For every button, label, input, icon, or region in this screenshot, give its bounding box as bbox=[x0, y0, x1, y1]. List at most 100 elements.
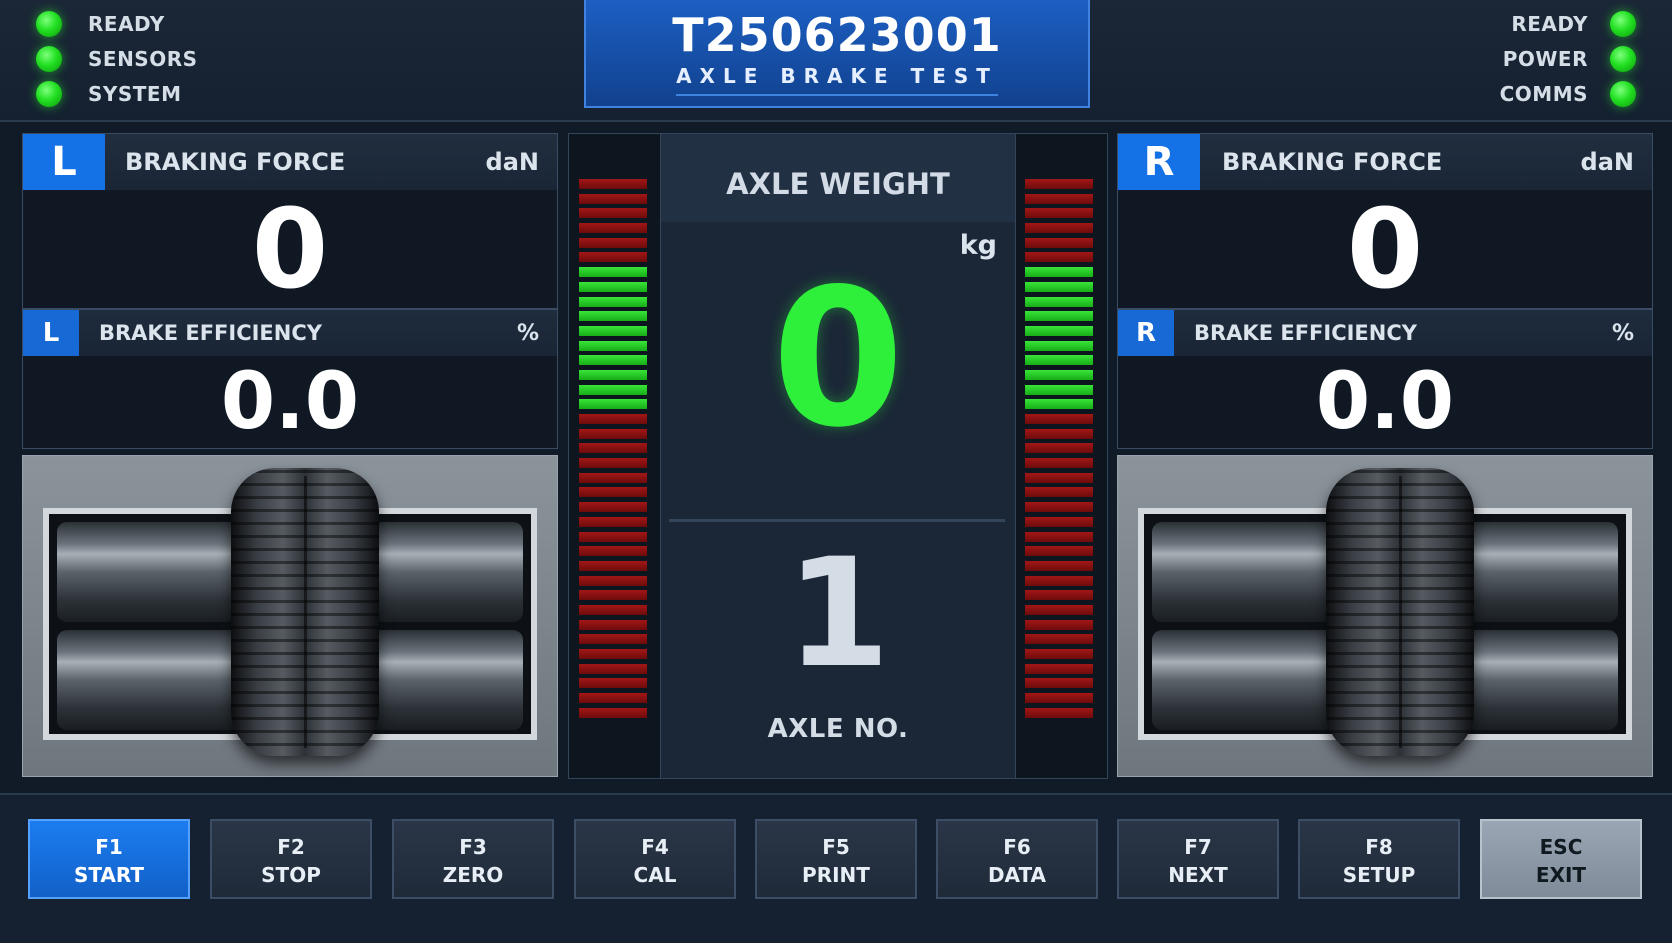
bargraph-segment bbox=[1025, 531, 1093, 542]
esc-exit-button[interactable]: ESC EXIT bbox=[1480, 819, 1642, 899]
right-load-bargraph bbox=[1025, 179, 1093, 722]
right-brake-efficiency-label: BRAKE EFFICIENCY bbox=[1194, 321, 1417, 345]
status-ready-left: READY bbox=[36, 7, 165, 41]
test-name: AXLE BRAKE TEST bbox=[676, 64, 998, 88]
bargraph-segment bbox=[1025, 384, 1093, 395]
f4-cal-button[interactable]: F4 CAL bbox=[574, 819, 736, 899]
bargraph-segment bbox=[1025, 252, 1093, 263]
status-led-icon bbox=[36, 46, 62, 72]
bargraph-segment bbox=[579, 487, 647, 498]
axle-number-value: 1 bbox=[785, 527, 891, 701]
bargraph-segment bbox=[579, 678, 647, 689]
bargraph-segment bbox=[1025, 707, 1093, 718]
action-label: STOP bbox=[261, 863, 321, 887]
bargraph-segment bbox=[579, 355, 647, 366]
bargraph-segment bbox=[579, 443, 647, 454]
axle-weight-value: 0 bbox=[771, 248, 905, 469]
bargraph-segment bbox=[1025, 281, 1093, 292]
f6-data-button[interactable]: F6 DATA bbox=[936, 819, 1098, 899]
title-underline bbox=[676, 94, 998, 96]
bargraph-segment bbox=[579, 649, 647, 659]
bargraph-segment bbox=[579, 590, 647, 601]
right-roller-bed-illustration bbox=[1117, 455, 1653, 777]
bargraph-segment bbox=[579, 237, 647, 248]
key-label: F3 bbox=[459, 835, 487, 859]
bargraph-segment bbox=[579, 619, 647, 630]
bargraph-segment bbox=[579, 663, 647, 674]
left-side-badge: L bbox=[23, 134, 105, 190]
bargraph-segment bbox=[1025, 428, 1093, 439]
f3-zero-button[interactable]: F3 ZERO bbox=[392, 819, 554, 899]
left-brake-efficiency-value: 0.0 bbox=[22, 356, 558, 449]
bargraph-segment bbox=[579, 311, 647, 322]
bargraph-segment bbox=[579, 604, 647, 615]
bargraph-segment bbox=[1025, 693, 1093, 704]
left-roller-bed-illustration bbox=[22, 455, 558, 777]
axle-number-label: AXLE NO. bbox=[767, 714, 909, 744]
left-braking-force-label: BRAKING FORCE bbox=[125, 148, 346, 176]
bargraph-segment bbox=[1025, 237, 1093, 248]
bargraph-segment bbox=[579, 634, 647, 645]
bargraph-segment bbox=[1025, 663, 1093, 674]
right-braking-force-label: BRAKING FORCE bbox=[1222, 148, 1443, 176]
action-label: NEXT bbox=[1168, 863, 1228, 887]
bargraph-segment bbox=[579, 384, 647, 395]
function-key-bar: F1 START F2 STOP F3 ZERO F4 CAL F5 PRINT F6 DA… bbox=[0, 793, 1672, 943]
status-label: SYSTEM bbox=[88, 82, 182, 106]
bargraph-segment bbox=[579, 325, 647, 336]
axle-weight-unit: kg bbox=[959, 230, 997, 261]
bargraph-segment bbox=[1025, 193, 1093, 204]
center-divider bbox=[669, 519, 1005, 522]
status-ready-right: READY bbox=[1511, 7, 1636, 41]
test-title-box: T250623001 AXLE BRAKE TEST bbox=[584, 0, 1090, 108]
bargraph-segment bbox=[1025, 458, 1093, 469]
bargraph-segment bbox=[579, 340, 647, 351]
bargraph-segment bbox=[1025, 575, 1093, 586]
bargraph-segment bbox=[1025, 325, 1093, 336]
tire-icon bbox=[1326, 468, 1474, 756]
key-label: ESC bbox=[1539, 835, 1583, 859]
action-label: ZERO bbox=[442, 863, 504, 887]
bargraph-segment bbox=[579, 575, 647, 586]
f2-stop-button[interactable]: F2 STOP bbox=[210, 819, 372, 899]
status-led-icon bbox=[1610, 11, 1636, 37]
bargraph-segment bbox=[1025, 179, 1093, 189]
bargraph-segment bbox=[1025, 399, 1093, 410]
right-brake-efficiency-unit: % bbox=[1611, 321, 1634, 346]
left-brake-efficiency-label: BRAKE EFFICIENCY bbox=[99, 321, 322, 345]
bargraph-segment bbox=[1025, 208, 1093, 219]
action-label: CAL bbox=[633, 863, 677, 887]
bargraph-segment bbox=[1025, 369, 1093, 380]
right-braking-force-value: 0 bbox=[1117, 190, 1653, 309]
action-label: SETUP bbox=[1342, 863, 1416, 887]
bargraph-segment bbox=[1025, 634, 1093, 645]
bargraph-segment bbox=[1025, 443, 1093, 454]
bargraph-segment bbox=[579, 560, 647, 571]
f1-start-button[interactable]: F1 START bbox=[28, 819, 190, 899]
right-brake-efficiency-value: 0.0 bbox=[1117, 356, 1653, 449]
key-label: F4 bbox=[641, 835, 669, 859]
bargraph-segment bbox=[579, 531, 647, 542]
right-braking-force-header: R BRAKING FORCE daN bbox=[1117, 133, 1653, 191]
f8-setup-button[interactable]: F8 SETUP bbox=[1298, 819, 1460, 899]
f7-next-button[interactable]: F7 NEXT bbox=[1117, 819, 1279, 899]
bargraph-segment bbox=[1025, 502, 1093, 513]
bargraph-segment bbox=[579, 693, 647, 704]
bargraph-segment bbox=[1025, 311, 1093, 322]
bargraph-segment bbox=[1025, 340, 1093, 351]
bargraph-segment bbox=[1025, 414, 1093, 424]
action-label: DATA bbox=[987, 863, 1047, 887]
right-side-badge: R bbox=[1118, 134, 1200, 190]
left-braking-force-unit: daN bbox=[485, 148, 539, 176]
action-label: EXIT bbox=[1535, 863, 1587, 887]
axle-weight-label: AXLE WEIGHT bbox=[661, 134, 1015, 222]
bargraph-segment bbox=[579, 179, 647, 189]
status-label: READY bbox=[1511, 12, 1588, 36]
bargraph-segment bbox=[579, 516, 647, 527]
key-label: F8 bbox=[1365, 835, 1393, 859]
bargraph-segment bbox=[579, 502, 647, 513]
f5-print-button[interactable]: F5 PRINT bbox=[755, 819, 917, 899]
left-brake-efficiency-unit: % bbox=[516, 321, 539, 346]
left-brake-efficiency-header: L BRAKE EFFICIENCY % bbox=[22, 309, 558, 357]
status-comms: COMMS bbox=[1500, 77, 1636, 111]
